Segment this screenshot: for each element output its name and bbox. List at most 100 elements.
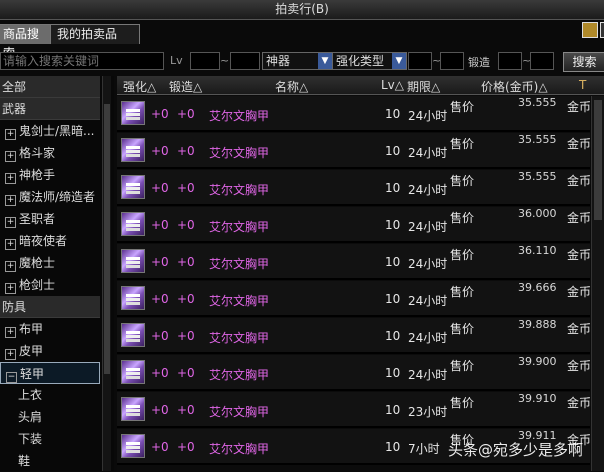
result-row[interactable]: +0 +0 艾尔文胸甲 10 24小时 售价 39.666 金币: [117, 281, 591, 317]
lv-max-input[interactable]: [230, 52, 260, 70]
forge-value: +0: [177, 218, 195, 232]
search-button[interactable]: 搜索: [563, 52, 604, 72]
tree-item-label: 皮甲: [19, 344, 44, 358]
expand-icon[interactable]: +: [5, 151, 16, 162]
tree-item[interactable]: + 皮甲: [0, 340, 100, 362]
result-row[interactable]: +0 +0 艾尔文胸甲 10 24小时 售价 39.888 金币: [117, 318, 591, 354]
currency-label: 金币: [567, 248, 592, 262]
item-icon[interactable]: [121, 360, 145, 384]
currency-label: 金币: [567, 359, 592, 373]
item-icon[interactable]: [121, 138, 145, 162]
item-icon[interactable]: [121, 397, 145, 421]
result-row[interactable]: +0 +0 艾尔文胸甲 10 24小时 售价 36.000 金币: [117, 207, 592, 243]
item-icon[interactable]: [121, 212, 145, 236]
duration-value: 24小时: [408, 294, 448, 308]
result-row[interactable]: +0 +0 艾尔文胸甲 10 24小时 售价 39.900 金币: [117, 355, 592, 391]
expand-icon[interactable]: +: [5, 283, 16, 294]
currency-label: 金币: [567, 211, 592, 225]
col-forge[interactable]: 锻造△: [169, 78, 202, 95]
lv-min-input[interactable]: [190, 52, 220, 70]
forge-min-input[interactable]: [498, 52, 522, 70]
tree-item[interactable]: + 暗夜使者: [0, 230, 100, 252]
result-row[interactable]: +0 +0 艾尔文胸甲 10 24小时 售价 35.555 金币: [117, 133, 591, 169]
result-row[interactable]: +0 +0 艾尔文胸甲 10 24小时 售价 36.110 金币: [117, 244, 592, 280]
rarity-select-value: 神器: [266, 54, 291, 68]
expand-icon[interactable]: +: [5, 195, 16, 206]
result-row[interactable]: +0 +0 艾尔文胸甲 10 23小时 售价 39.910 金币: [117, 392, 591, 428]
tree-item[interactable]: 防具: [0, 296, 100, 318]
tree-item[interactable]: 全部: [0, 76, 100, 98]
tree-item[interactable]: + 枪剑士: [0, 274, 100, 296]
item-icon[interactable]: [121, 249, 145, 273]
list-scrollbar[interactable]: [591, 96, 604, 471]
tree-item-label: 圣职者: [19, 212, 56, 226]
col-enhance[interactable]: 强化△: [123, 78, 156, 95]
expand-icon[interactable]: +: [5, 217, 16, 228]
tree-item[interactable]: − 轻甲: [0, 362, 100, 384]
expand-icon[interactable]: +: [5, 173, 16, 184]
price-value: 39.900: [518, 355, 557, 368]
tree-item[interactable]: 上衣: [0, 384, 100, 406]
tree-scrollbar[interactable]: [102, 76, 111, 471]
col-lv[interactable]: Lv△: [381, 78, 404, 92]
tree-item[interactable]: + 魔法师/缔造者: [0, 186, 100, 208]
category-tree: 全部 武器 + 鬼剑士/黑暗... + 格斗家 + 神枪手 + 魔法师/缔造者 + 圣职者 + 暗夜使者 +…: [0, 76, 114, 471]
col-name[interactable]: 名称△: [275, 78, 308, 95]
duration-value: 23小时: [408, 405, 448, 419]
item-icon[interactable]: [121, 286, 145, 310]
result-row[interactable]: +0 +0 艾尔文胸甲 10 24小时 售价 35.555 金币: [117, 170, 591, 206]
forge-value: +0: [177, 440, 195, 454]
tree-item[interactable]: + 鬼剑士/黑暗...: [0, 120, 100, 142]
item-name: 艾尔文胸甲: [209, 405, 270, 419]
tree-item[interactable]: + 布甲: [0, 318, 100, 340]
forge-max-input[interactable]: [530, 52, 554, 70]
tree-item[interactable]: + 圣职者: [0, 208, 100, 230]
result-row[interactable]: +0 +0 艾尔文胸甲 10 24小时 售价 35.555 金币: [117, 96, 591, 132]
duration-value: 24小时: [408, 183, 448, 197]
save-icon[interactable]: [582, 22, 598, 38]
col-extra[interactable]: T: [579, 78, 586, 92]
enhance-value: +0: [151, 366, 169, 380]
enhance-max-input[interactable]: [440, 52, 464, 70]
tree-item[interactable]: + 神枪手: [0, 164, 100, 186]
results-list: 强化△ 锻造△ 名称△ Lv△ 期限△ 价格(金币)△ T +0 +0 艾尔文胸甲 1…: [117, 76, 604, 471]
expand-icon[interactable]: +: [5, 239, 16, 250]
tree-item[interactable]: + 魔枪士: [0, 252, 100, 274]
duration-value: 24小时: [408, 146, 448, 160]
expand-icon[interactable]: +: [5, 261, 16, 272]
price-value: 39.888: [518, 318, 557, 331]
item-icon[interactable]: [121, 101, 145, 125]
item-icon[interactable]: [121, 434, 145, 458]
tree-item[interactable]: + 格斗家: [0, 142, 100, 164]
tree-item[interactable]: 头肩: [0, 406, 100, 428]
item-name: 艾尔文胸甲: [209, 368, 270, 382]
collapse-icon[interactable]: −: [6, 372, 17, 383]
col-time[interactable]: 期限△: [407, 78, 440, 95]
tab-my-auctions[interactable]: 我的拍卖品: [50, 24, 140, 44]
enhance-value: +0: [151, 218, 169, 232]
duration-value: 24小时: [408, 331, 448, 345]
enhance-min-input[interactable]: [408, 52, 432, 70]
item-icon[interactable]: [121, 323, 145, 347]
rarity-select[interactable]: 神器 ▼: [262, 52, 333, 70]
tree-item[interactable]: 鞋: [0, 450, 100, 472]
search-input[interactable]: [0, 52, 164, 70]
window-menu-icon[interactable]: [600, 22, 604, 38]
item-icon[interactable]: [121, 175, 145, 199]
tab-item-search[interactable]: 商品搜索: [0, 24, 56, 60]
level-value: 10: [385, 218, 401, 232]
expand-icon[interactable]: +: [5, 327, 16, 338]
enhance-type-select[interactable]: 强化类型 ▼: [332, 52, 407, 70]
enhance-value: +0: [151, 329, 169, 343]
list-scrollbar-thumb[interactable]: [594, 100, 602, 220]
tree-scrollbar-thumb[interactable]: [104, 104, 110, 374]
price-type-label: 售价: [450, 100, 475, 114]
tree-item[interactable]: 下装: [0, 428, 100, 450]
col-price[interactable]: 价格(金币)△: [481, 78, 548, 95]
tree-item-label: 头肩: [18, 410, 43, 424]
expand-icon[interactable]: +: [5, 129, 16, 140]
expand-icon[interactable]: +: [5, 349, 16, 360]
level-value: 10: [385, 366, 401, 380]
item-name: 艾尔文胸甲: [209, 442, 270, 456]
tree-item[interactable]: 武器: [0, 98, 100, 120]
